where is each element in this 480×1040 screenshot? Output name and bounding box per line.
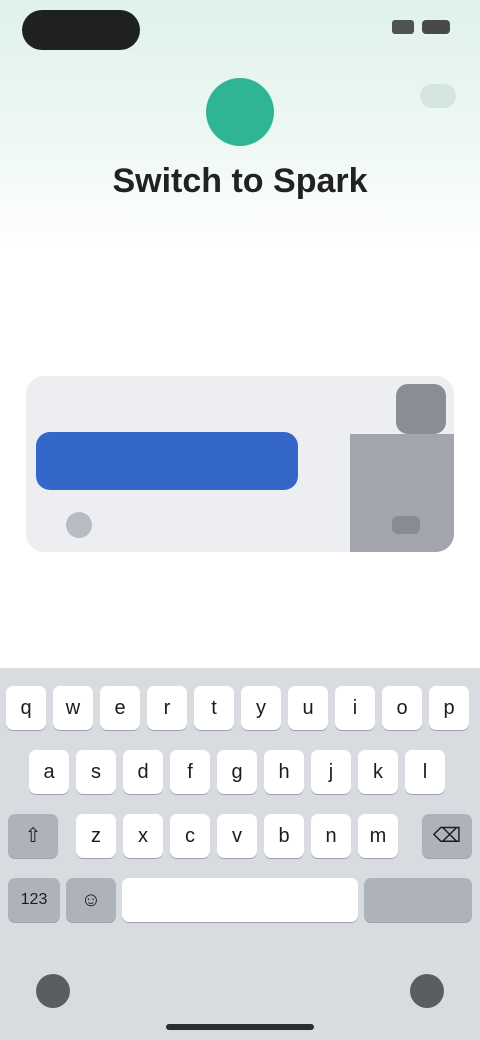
key-u[interactable]: u [288, 686, 328, 730]
battery-icon [422, 20, 450, 34]
key-v[interactable]: v [217, 814, 257, 858]
key-b[interactable]: b [264, 814, 304, 858]
key-m[interactable]: m [358, 814, 398, 858]
key-r[interactable]: r [147, 686, 187, 730]
status-icons [392, 20, 450, 34]
close-button[interactable] [420, 84, 456, 108]
globe-icon[interactable] [36, 974, 70, 1008]
emoji-key[interactable]: ☺ [66, 878, 116, 922]
key-q[interactable]: q [6, 686, 46, 730]
key-d[interactable]: d [123, 750, 163, 794]
key-l[interactable]: l [405, 750, 445, 794]
space-key[interactable] [122, 878, 358, 922]
card-option-icon[interactable] [66, 512, 92, 538]
keyboard-row-1: qwertyuiop [0, 686, 480, 738]
keyboard-row-2: asdfghjkl [0, 750, 480, 802]
key-s[interactable]: s [76, 750, 116, 794]
signal-icon [392, 20, 414, 34]
key-y[interactable]: y [241, 686, 281, 730]
keyboard-row-4: 123 ☺ [0, 878, 480, 930]
card-thumbnail [396, 384, 446, 434]
mic-icon[interactable] [410, 974, 444, 1008]
header-area: Switch to Spark [0, 0, 480, 250]
key-k[interactable]: k [358, 750, 398, 794]
home-indicator [166, 1024, 314, 1030]
page-title: Switch to Spark [112, 162, 368, 200]
key-w[interactable]: w [53, 686, 93, 730]
key-i[interactable]: i [335, 686, 375, 730]
key-o[interactable]: o [382, 686, 422, 730]
key-a[interactable]: a [29, 750, 69, 794]
key-h[interactable]: h [264, 750, 304, 794]
numbers-key[interactable]: 123 [8, 878, 60, 922]
shift-key[interactable]: ⇧ [8, 814, 58, 858]
app-avatar-icon [206, 78, 274, 146]
key-z[interactable]: z [76, 814, 116, 858]
key-p[interactable]: p [429, 686, 469, 730]
card-toggle[interactable] [392, 516, 420, 534]
key-f[interactable]: f [170, 750, 210, 794]
primary-button[interactable] [36, 432, 298, 490]
key-g[interactable]: g [217, 750, 257, 794]
backspace-key[interactable]: ⌫ [422, 814, 472, 858]
key-j[interactable]: j [311, 750, 351, 794]
key-e[interactable]: e [100, 686, 140, 730]
key-n[interactable]: n [311, 814, 351, 858]
key-c[interactable]: c [170, 814, 210, 858]
status-time-pill [22, 10, 140, 50]
keyboard-bottom-bar [0, 942, 480, 1040]
switch-card [26, 376, 454, 552]
return-key[interactable] [364, 878, 472, 922]
card-preview [350, 434, 454, 552]
key-x[interactable]: x [123, 814, 163, 858]
keyboard-row-3: ⇧ ⌫ zxcvbnm [0, 814, 480, 866]
key-t[interactable]: t [194, 686, 234, 730]
